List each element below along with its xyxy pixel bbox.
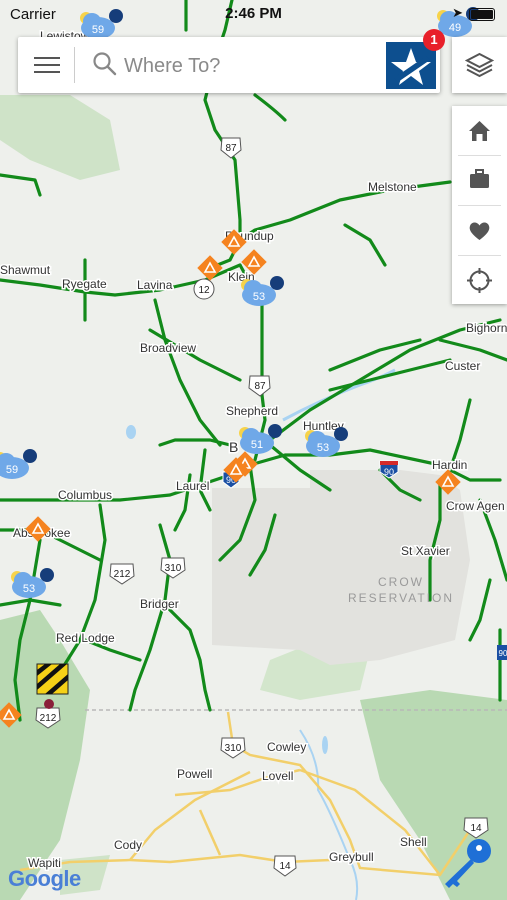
town-label: Red Lodge xyxy=(56,631,115,645)
town-label: Lovell xyxy=(262,769,293,783)
quick-actions-panel xyxy=(452,106,507,304)
shield-label: 12 xyxy=(198,285,210,296)
shield-label: 90 xyxy=(499,649,507,658)
layers-button[interactable] xyxy=(452,37,507,93)
work-button[interactable] xyxy=(452,156,507,205)
map-canvas[interactable]: 87 12 87 212 310 212 310 14 14 90 90 90 … xyxy=(0,0,507,900)
shield-label: 212 xyxy=(40,713,57,724)
interstate-shield: 90 xyxy=(497,645,507,660)
shield-label: 14 xyxy=(470,823,482,834)
lake xyxy=(322,736,328,754)
key-icon xyxy=(445,839,491,888)
favorites-button[interactable] xyxy=(452,206,507,255)
shield-label: 310 xyxy=(165,563,182,574)
wind-icon xyxy=(270,276,284,290)
town-label: Bridger xyxy=(140,597,179,611)
battery-icon xyxy=(469,8,495,21)
search-icon xyxy=(93,52,117,76)
wind-icon xyxy=(40,568,54,582)
event-marker[interactable] xyxy=(44,699,54,709)
reservation-label-line1: CROW xyxy=(378,575,424,589)
google-attribution: Google xyxy=(8,866,81,892)
lake xyxy=(126,425,136,439)
temperature-label: 51 xyxy=(251,439,263,451)
home-icon xyxy=(469,121,490,141)
shield-label: 310 xyxy=(225,743,242,754)
notification-badge[interactable]: 1 xyxy=(423,29,445,51)
locate-button[interactable] xyxy=(452,256,507,305)
town-label: Greybull xyxy=(329,850,374,864)
temperature-label: 53 xyxy=(253,291,265,303)
heart-icon xyxy=(469,222,490,240)
temperature-label: 53 xyxy=(23,583,35,595)
town-label: Columbus xyxy=(58,488,112,502)
google-attribution-text: Google xyxy=(8,866,81,891)
town-label: Cowley xyxy=(267,740,306,754)
shield-label: 14 xyxy=(279,861,291,872)
search-input[interactable] xyxy=(122,51,376,81)
crosshair-icon xyxy=(467,268,492,293)
town-label: B xyxy=(229,439,238,455)
key-button[interactable] xyxy=(437,834,497,890)
town-label: Bighorn xyxy=(466,321,507,335)
town-label: Crow Agen xyxy=(446,499,505,513)
highway-shield: 12 xyxy=(193,278,215,300)
home-button[interactable] xyxy=(452,106,507,155)
briefcase-icon xyxy=(470,169,489,188)
town-label: Shell xyxy=(400,835,427,849)
layers-icon xyxy=(464,52,495,78)
shield-label: 87 xyxy=(225,143,237,154)
reservation-label-line2: RESERVATION xyxy=(348,591,454,605)
road-closure-marker[interactable] xyxy=(36,663,69,695)
town-label: Ryegate xyxy=(62,277,107,291)
search-bar xyxy=(18,37,440,93)
temperature-label: 59 xyxy=(6,464,18,476)
town-label: Custer xyxy=(445,359,480,373)
shield-label: 212 xyxy=(114,569,131,580)
town-label: Laurel xyxy=(176,479,209,493)
town-label: Powell xyxy=(177,767,212,781)
shield-label: 90 xyxy=(384,467,394,477)
wind-icon xyxy=(268,424,282,438)
location-arrow-icon: ➤ xyxy=(452,5,463,20)
status-bar: Carrier 2:46 PM ➤ xyxy=(0,0,507,28)
town-label: Cody xyxy=(114,838,142,852)
town-label: Broadview xyxy=(140,341,196,355)
temperature-label: 53 xyxy=(317,442,329,454)
wind-icon xyxy=(23,449,37,463)
wind-icon xyxy=(334,427,348,441)
shield-label: 87 xyxy=(254,381,266,392)
search-divider xyxy=(74,47,75,83)
clock: 2:46 PM xyxy=(225,5,282,22)
menu-button[interactable] xyxy=(26,49,66,81)
town-label: Shawmut xyxy=(0,263,51,277)
town-label: St Xavier xyxy=(401,544,450,558)
town-label: Shepherd xyxy=(226,404,278,418)
town-label: Melstone xyxy=(368,180,417,194)
town-label: Lavina xyxy=(137,278,173,292)
town-label: Hardin xyxy=(432,458,467,472)
